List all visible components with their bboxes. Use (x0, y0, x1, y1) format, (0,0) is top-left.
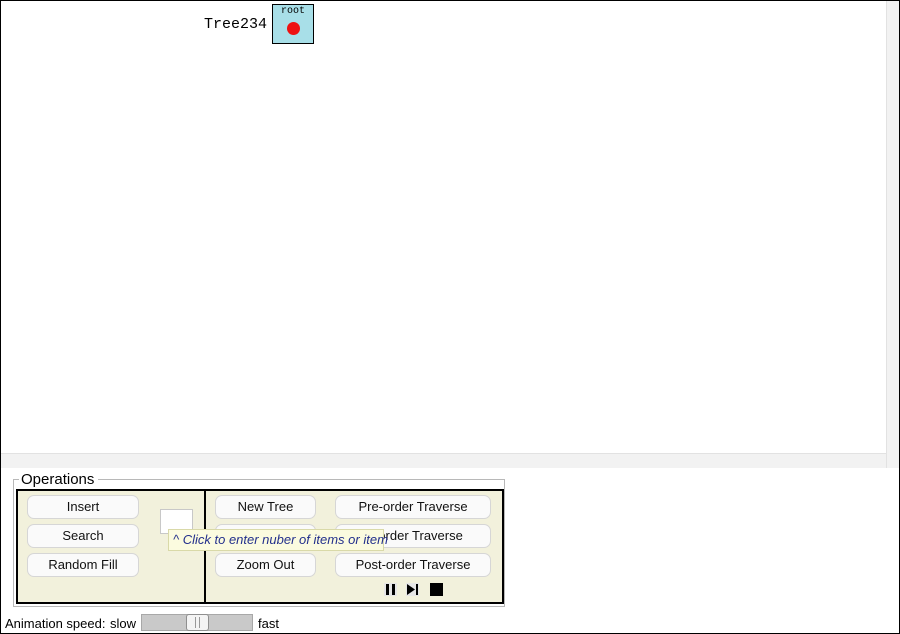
step-forward-button[interactable] (405, 582, 420, 597)
root-label: root (280, 6, 305, 17)
animation-speed-label: Animation speed: (5, 616, 106, 631)
pause-icon (384, 583, 397, 596)
slider-grip-icon (195, 617, 200, 628)
stop-icon (430, 583, 443, 596)
insert-button[interactable]: Insert (27, 495, 139, 519)
step-forward-icon (406, 583, 419, 596)
tree-name-label: Tree234 (204, 16, 268, 33)
speed-slider-thumb[interactable] (186, 614, 209, 631)
stop-button[interactable] (429, 582, 444, 597)
zoom-out-button[interactable]: Zoom Out (215, 553, 316, 577)
root-pointer-dot (287, 22, 300, 35)
search-button[interactable]: Search (27, 524, 139, 548)
input-hint-tooltip: ^ Click to enter nuber of items or item (168, 529, 388, 551)
visualization-canvas[interactable] (1, 1, 886, 453)
postorder-traverse-button[interactable]: Post-order Traverse (335, 553, 491, 577)
speed-fast-label: fast (258, 616, 279, 631)
operations-legend: Operations (21, 471, 95, 488)
preorder-traverse-button[interactable]: Pre-order Traverse (335, 495, 491, 519)
root-node[interactable]: root (272, 4, 314, 44)
random-fill-button[interactable]: Random Fill (27, 553, 139, 577)
pause-button[interactable] (383, 582, 398, 597)
vertical-scrollbar[interactable] (886, 1, 899, 468)
speed-slow-label: slow (110, 616, 137, 631)
horizontal-scrollbar[interactable] (1, 453, 886, 468)
new-tree-button[interactable]: New Tree (215, 495, 316, 519)
